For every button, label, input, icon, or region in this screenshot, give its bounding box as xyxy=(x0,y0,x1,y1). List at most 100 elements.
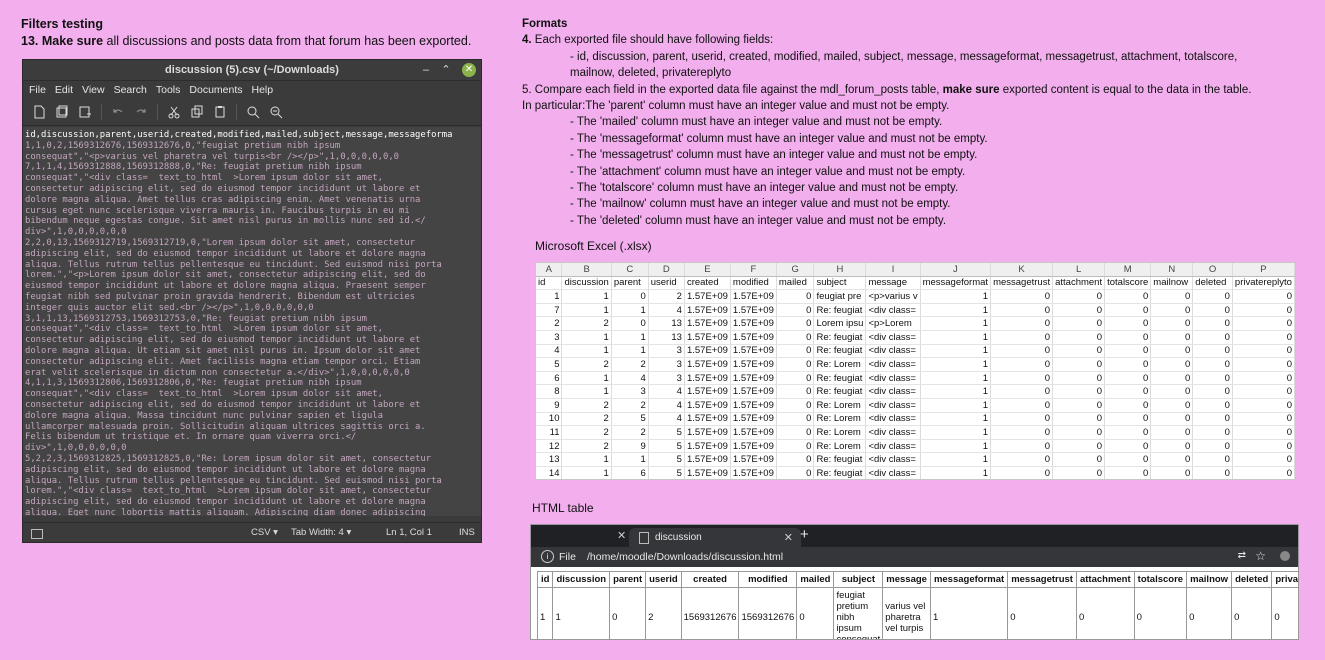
table-cell[interactable]: 2 xyxy=(648,289,685,304)
table-cell[interactable]: Re: feugiat xyxy=(813,344,867,359)
table-cell[interactable]: 0 xyxy=(1150,412,1194,427)
table-cell[interactable]: <div class= xyxy=(865,303,921,318)
table-cell[interactable]: 0 xyxy=(776,384,815,399)
table-cell[interactable]: 0 xyxy=(1104,357,1152,372)
table-cell[interactable]: 0 xyxy=(776,316,815,331)
menu-edit[interactable]: Edit xyxy=(55,84,80,96)
table-cell[interactable]: 0 xyxy=(1232,371,1295,386)
table-cell[interactable]: 2 xyxy=(561,425,612,440)
table-cell[interactable]: 0 xyxy=(1052,357,1106,372)
table-cell[interactable]: Re: feugiat xyxy=(813,330,867,345)
table-cell[interactable]: 0 xyxy=(1192,316,1233,331)
table-cell[interactable]: 1.57E+09 xyxy=(730,371,777,386)
table-cell[interactable]: 1.57E+09 xyxy=(730,425,777,440)
table-cell[interactable]: 1.57E+09 xyxy=(730,357,777,372)
table-cell[interactable]: 0 xyxy=(1192,439,1233,454)
language-selector[interactable]: CSV ▾ xyxy=(251,527,278,538)
table-cell[interactable]: 1.57E+09 xyxy=(730,316,777,331)
star-icon[interactable]: ☆ xyxy=(1255,549,1266,563)
table-cell[interactable]: 0 xyxy=(1150,303,1194,318)
table-cell[interactable]: 0 xyxy=(1104,398,1152,413)
table-cell[interactable]: 0 xyxy=(1150,316,1194,331)
table-cell[interactable]: <div class= xyxy=(865,384,921,399)
table-cell[interactable]: modified xyxy=(730,276,777,291)
table-cell[interactable]: 1 xyxy=(561,452,612,467)
table-cell[interactable]: 4 xyxy=(611,371,649,386)
table-cell[interactable]: 1 xyxy=(920,452,992,467)
table-cell[interactable]: 0 xyxy=(1052,384,1106,399)
table-cell[interactable]: 13 xyxy=(536,452,563,467)
column-letter[interactable]: A xyxy=(536,263,563,277)
column-letter[interactable]: M xyxy=(1104,263,1152,277)
table-cell[interactable]: 7 xyxy=(536,303,563,318)
undo-icon[interactable] xyxy=(108,102,128,122)
table-cell[interactable]: Re: Lorem xyxy=(813,398,867,413)
table-cell[interactable]: parent xyxy=(611,276,649,291)
table-cell[interactable]: 1 xyxy=(920,330,992,345)
table-cell[interactable]: 1.57E+09 xyxy=(684,289,731,304)
table-cell[interactable]: 9 xyxy=(611,439,649,454)
table-cell[interactable]: 0 xyxy=(776,289,815,304)
table-cell[interactable]: 0 xyxy=(776,398,815,413)
table-cell[interactable]: 0 xyxy=(776,330,815,345)
translate-icon[interactable]: ⇄ xyxy=(1238,550,1246,561)
table-cell[interactable]: 1 xyxy=(561,303,612,318)
table-cell[interactable]: 1.57E+09 xyxy=(684,371,731,386)
table-cell[interactable]: 0 xyxy=(1052,289,1106,304)
table-cell[interactable]: Re: feugiat xyxy=(813,466,867,479)
table-cell[interactable]: 0 xyxy=(1232,439,1295,454)
table-cell[interactable]: 0 xyxy=(776,344,815,359)
table-cell[interactable]: privatereplyto xyxy=(1232,276,1295,291)
table-cell[interactable]: 2 xyxy=(611,357,649,372)
menu-documents[interactable]: Documents xyxy=(189,84,249,96)
table-cell[interactable]: 0 xyxy=(1052,303,1106,318)
table-cell[interactable]: 0 xyxy=(776,357,815,372)
browser-tab[interactable]: discussion ✕ xyxy=(629,528,801,547)
close-icon[interactable]: ✕ xyxy=(462,63,476,77)
redo-icon[interactable] xyxy=(131,102,151,122)
table-cell[interactable]: <p>Lorem xyxy=(865,316,921,331)
table-cell[interactable]: 1.57E+09 xyxy=(730,330,777,345)
search-icon[interactable] xyxy=(243,102,263,122)
table-cell[interactable]: 1.57E+09 xyxy=(730,398,777,413)
table-cell[interactable]: 1.57E+09 xyxy=(730,384,777,399)
table-cell[interactable]: 1 xyxy=(920,466,992,479)
table-cell[interactable]: 0 xyxy=(611,316,649,331)
table-cell[interactable]: mailed xyxy=(776,276,815,291)
table-cell[interactable]: 1 xyxy=(561,371,612,386)
table-cell[interactable]: 4 xyxy=(648,384,685,399)
table-cell[interactable]: 0 xyxy=(776,425,815,440)
address-bar[interactable]: i File /home/moodle/Downloads/discussion… xyxy=(531,547,1298,567)
table-cell[interactable]: 0 xyxy=(611,289,649,304)
column-letter[interactable]: B xyxy=(561,263,612,277)
table-cell[interactable]: feugiat pre xyxy=(813,289,867,304)
minimize-icon[interactable]: – xyxy=(419,63,433,77)
table-cell[interactable]: 1 xyxy=(611,344,649,359)
table-cell[interactable]: 2 xyxy=(561,357,612,372)
table-cell[interactable]: 0 xyxy=(1104,452,1152,467)
table-cell[interactable]: 5 xyxy=(648,452,685,467)
menu-file[interactable]: File xyxy=(29,84,53,96)
table-cell[interactable]: 0 xyxy=(990,412,1054,427)
column-letter[interactable]: P xyxy=(1232,263,1295,277)
table-cell[interactable]: 0 xyxy=(776,466,815,479)
table-cell[interactable]: 1.57E+09 xyxy=(730,439,777,454)
table-cell[interactable]: 5 xyxy=(648,425,685,440)
table-cell[interactable]: 0 xyxy=(1150,357,1194,372)
cut-icon[interactable] xyxy=(164,102,184,122)
open-document-icon[interactable] xyxy=(52,102,72,122)
table-cell[interactable]: 1.57E+09 xyxy=(684,412,731,427)
table-cell[interactable]: 1.57E+09 xyxy=(730,466,777,479)
table-cell[interactable]: 3 xyxy=(648,344,685,359)
table-cell[interactable]: 0 xyxy=(1052,425,1106,440)
paste-icon[interactable] xyxy=(210,102,230,122)
column-letter[interactable]: F xyxy=(730,263,777,277)
table-cell[interactable]: <div class= xyxy=(865,452,921,467)
table-cell[interactable]: 1.57E+09 xyxy=(730,303,777,318)
table-cell[interactable]: 0 xyxy=(1192,412,1233,427)
table-cell[interactable]: 0 xyxy=(1104,316,1152,331)
close-tab-icon[interactable]: ✕ xyxy=(784,531,793,544)
table-cell[interactable]: 1 xyxy=(611,330,649,345)
table-cell[interactable]: 0 xyxy=(990,289,1054,304)
table-cell[interactable]: Re: feugiat xyxy=(813,384,867,399)
